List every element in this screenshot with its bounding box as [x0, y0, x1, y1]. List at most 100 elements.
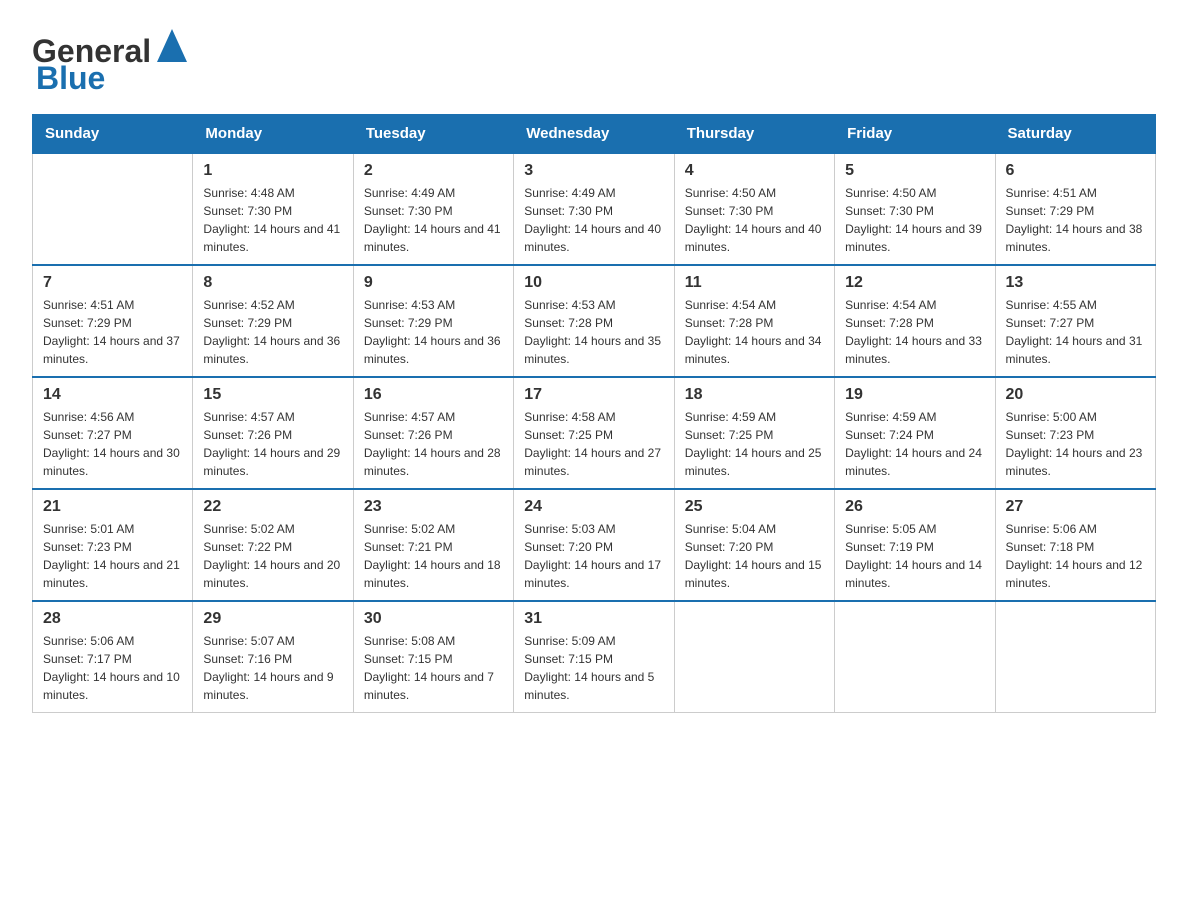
day-cell: 20Sunrise: 5:00 AMSunset: 7:23 PMDayligh…	[995, 377, 1155, 489]
sunset-text: Sunset: 7:28 PM	[524, 314, 663, 332]
sunset-text: Sunset: 7:29 PM	[1006, 202, 1145, 220]
page-header: General Blue	[32, 24, 1156, 94]
daylight-text: Daylight: 14 hours and 14 minutes.	[845, 556, 984, 592]
day-cell: 10Sunrise: 4:53 AMSunset: 7:28 PMDayligh…	[514, 265, 674, 377]
col-sunday: Sunday	[33, 115, 193, 154]
day-number: 6	[1006, 162, 1145, 180]
sunrise-text: Sunrise: 4:50 AM	[685, 184, 824, 202]
day-info: Sunrise: 4:51 AMSunset: 7:29 PMDaylight:…	[1006, 184, 1145, 256]
daylight-text: Daylight: 14 hours and 25 minutes.	[685, 444, 824, 480]
daylight-text: Daylight: 14 hours and 18 minutes.	[364, 556, 503, 592]
sunrise-text: Sunrise: 4:59 AM	[685, 408, 824, 426]
day-info: Sunrise: 5:04 AMSunset: 7:20 PMDaylight:…	[685, 520, 824, 592]
col-thursday: Thursday	[674, 115, 834, 154]
day-number: 29	[203, 610, 342, 628]
daylight-text: Daylight: 14 hours and 20 minutes.	[203, 556, 342, 592]
day-number: 3	[524, 162, 663, 180]
sunset-text: Sunset: 7:29 PM	[203, 314, 342, 332]
day-cell: 18Sunrise: 4:59 AMSunset: 7:25 PMDayligh…	[674, 377, 834, 489]
day-info: Sunrise: 5:00 AMSunset: 7:23 PMDaylight:…	[1006, 408, 1145, 480]
sunrise-text: Sunrise: 4:54 AM	[845, 296, 984, 314]
sunset-text: Sunset: 7:25 PM	[685, 426, 824, 444]
sunrise-text: Sunrise: 4:54 AM	[685, 296, 824, 314]
day-cell	[835, 601, 995, 713]
daylight-text: Daylight: 14 hours and 36 minutes.	[203, 332, 342, 368]
sunset-text: Sunset: 7:26 PM	[203, 426, 342, 444]
calendar-body: 1Sunrise: 4:48 AMSunset: 7:30 PMDaylight…	[33, 153, 1156, 713]
daylight-text: Daylight: 14 hours and 33 minutes.	[845, 332, 984, 368]
daylight-text: Daylight: 14 hours and 41 minutes.	[364, 220, 503, 256]
sunset-text: Sunset: 7:22 PM	[203, 538, 342, 556]
week-row-5: 28Sunrise: 5:06 AMSunset: 7:17 PMDayligh…	[33, 601, 1156, 713]
day-number: 25	[685, 498, 824, 516]
sunrise-text: Sunrise: 4:51 AM	[1006, 184, 1145, 202]
svg-text:Blue: Blue	[36, 60, 105, 94]
sunset-text: Sunset: 7:23 PM	[1006, 426, 1145, 444]
day-cell: 23Sunrise: 5:02 AMSunset: 7:21 PMDayligh…	[353, 489, 513, 601]
calendar-table: Sunday Monday Tuesday Wednesday Thursday…	[32, 114, 1156, 713]
day-cell: 15 Sunrise: 4:57 AMSunset: 7:26 PMDayligh…	[193, 377, 353, 489]
daylight-text: Daylight: 14 hours and 31 minutes.	[1006, 332, 1145, 368]
week-row-1: 1Sunrise: 4:48 AMSunset: 7:30 PMDaylight…	[33, 153, 1156, 265]
col-saturday: Saturday	[995, 115, 1155, 154]
sunrise-text: Sunrise: 4:55 AM	[1006, 296, 1145, 314]
daylight-text: Daylight: 14 hours and 34 minutes.	[685, 332, 824, 368]
day-number: 31	[524, 610, 663, 628]
day-number: 16	[364, 386, 503, 404]
day-cell: 11Sunrise: 4:54 AMSunset: 7:28 PMDayligh…	[674, 265, 834, 377]
week-row-3: 14Sunrise: 4:56 AMSunset: 7:27 PMDayligh…	[33, 377, 1156, 489]
sunset-text: Sunset: 7:17 PM	[43, 650, 182, 668]
sunrise-text: Sunrise: 5:00 AM	[1006, 408, 1145, 426]
day-cell: 26Sunrise: 5:05 AMSunset: 7:19 PMDayligh…	[835, 489, 995, 601]
sunrise-text: Sunrise: 4:52 AM	[203, 296, 342, 314]
day-cell: 21Sunrise: 5:01 AMSunset: 7:23 PMDayligh…	[33, 489, 193, 601]
daylight-text: Daylight: 14 hours and 5 minutes.	[524, 668, 663, 704]
day-info: Sunrise: 4:54 AMSunset: 7:28 PMDaylight:…	[685, 296, 824, 368]
day-cell: 19Sunrise: 4:59 AMSunset: 7:24 PMDayligh…	[835, 377, 995, 489]
sunset-text: Sunset: 7:15 PM	[364, 650, 503, 668]
sunset-text: Sunset: 7:24 PM	[845, 426, 984, 444]
sunset-text: Sunset: 7:28 PM	[845, 314, 984, 332]
day-info: Sunrise: 5:07 AMSunset: 7:16 PMDaylight:…	[203, 632, 342, 704]
day-number: 23	[364, 498, 503, 516]
day-cell: 27Sunrise: 5:06 AMSunset: 7:18 PMDayligh…	[995, 489, 1155, 601]
sunset-text: Sunset: 7:27 PM	[1006, 314, 1145, 332]
day-number: 15	[203, 386, 342, 404]
calendar-header: Sunday Monday Tuesday Wednesday Thursday…	[33, 115, 1156, 154]
sunrise-text: Sunrise: 4:50 AM	[845, 184, 984, 202]
day-number: 13	[1006, 274, 1145, 292]
sunset-text: Sunset: 7:29 PM	[43, 314, 182, 332]
day-number: 9	[364, 274, 503, 292]
day-cell: 22Sunrise: 5:02 AMSunset: 7:22 PMDayligh…	[193, 489, 353, 601]
sunrise-text: Sunrise: 4:59 AM	[845, 408, 984, 426]
daylight-text: Daylight: 14 hours and 10 minutes.	[43, 668, 182, 704]
week-row-4: 21Sunrise: 5:01 AMSunset: 7:23 PMDayligh…	[33, 489, 1156, 601]
sunset-text: Sunset: 7:29 PM	[364, 314, 503, 332]
day-cell: 29 Sunrise: 5:07 AMSunset: 7:16 PMDayligh…	[193, 601, 353, 713]
day-number: 5	[845, 162, 984, 180]
day-number: 17	[524, 386, 663, 404]
col-tuesday: Tuesday	[353, 115, 513, 154]
day-number: 27	[1006, 498, 1145, 516]
day-info: Sunrise: 5:06 AMSunset: 7:17 PMDaylight:…	[43, 632, 182, 704]
day-info: Sunrise: 4:50 AMSunset: 7:30 PMDaylight:…	[685, 184, 824, 256]
sunset-text: Sunset: 7:23 PM	[43, 538, 182, 556]
day-info: Sunrise: 4:57 AMSunset: 7:26 PMDaylight:…	[203, 408, 342, 480]
col-friday: Friday	[835, 115, 995, 154]
sunset-text: Sunset: 7:30 PM	[524, 202, 663, 220]
daylight-text: Daylight: 14 hours and 38 minutes.	[1006, 220, 1145, 256]
logo-svg: General Blue	[32, 24, 202, 94]
daylight-text: Daylight: 14 hours and 17 minutes.	[524, 556, 663, 592]
day-number: 2	[364, 162, 503, 180]
sunrise-text: Sunrise: 4:48 AM	[203, 184, 342, 202]
daylight-text: Daylight: 14 hours and 28 minutes.	[364, 444, 503, 480]
day-number: 30	[364, 610, 503, 628]
daylight-text: Daylight: 14 hours and 15 minutes.	[685, 556, 824, 592]
day-number: 12	[845, 274, 984, 292]
day-info: Sunrise: 4:54 AMSunset: 7:28 PMDaylight:…	[845, 296, 984, 368]
day-cell: 30 Sunrise: 5:08 AMSunset: 7:15 PMDayligh…	[353, 601, 513, 713]
day-cell	[674, 601, 834, 713]
day-info: Sunrise: 5:08 AMSunset: 7:15 PMDaylight:…	[364, 632, 503, 704]
day-cell: 16Sunrise: 4:57 AMSunset: 7:26 PMDayligh…	[353, 377, 513, 489]
sunrise-text: Sunrise: 5:05 AM	[845, 520, 984, 538]
